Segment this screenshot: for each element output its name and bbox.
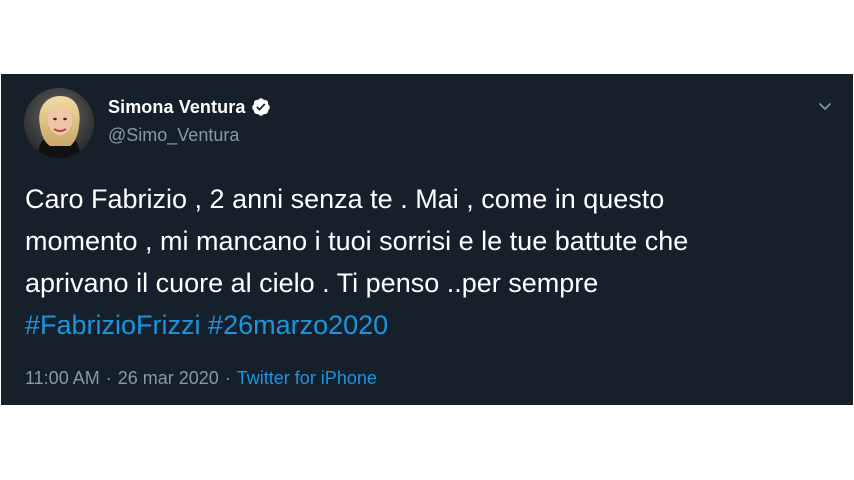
meta-separator: · [105, 368, 112, 388]
tweet-card: Simona Ventura @Simo_Ventura Caro Fabriz… [1, 74, 853, 405]
tweet-metadata: 11:00 AM · 26 mar 2020 · Twitter for iPhone [25, 368, 377, 389]
verified-badge-icon [251, 97, 271, 117]
profile-photo [24, 88, 94, 158]
avatar[interactable] [24, 88, 94, 158]
hashtag-link[interactable]: #FabrizioFrizzi [25, 310, 201, 340]
meta-separator: · [224, 368, 231, 388]
tweet-text: Caro Fabrizio , 2 anni senza te . Mai , … [25, 178, 837, 346]
display-name[interactable]: Simona Ventura [108, 97, 245, 118]
tweet-text-line: momento , mi mancano i tuoi sorrisi e le… [25, 226, 689, 256]
author-name-row[interactable]: Simona Ventura [108, 96, 271, 118]
tweet-timestamp[interactable]: 11:00 AM [25, 368, 100, 388]
tweet-text-line: Caro Fabrizio , 2 anni senza te . Mai , … [25, 184, 665, 214]
tweet-text-line: aprivano il cuore al cielo . Ti penso ..… [25, 268, 599, 298]
page: Simona Ventura @Simo_Ventura Caro Fabriz… [0, 0, 854, 480]
chevron-down-icon [819, 103, 831, 110]
more-options-button[interactable] [813, 94, 837, 118]
hashtag-link[interactable]: #26marzo2020 [208, 310, 388, 340]
hashtag-line: #FabrizioFrizzi #26marzo2020 [25, 304, 837, 346]
tweet-source-link[interactable]: Twitter for iPhone [237, 368, 377, 388]
tweet-date[interactable]: 26 mar 2020 [118, 368, 219, 388]
user-handle[interactable]: @Simo_Ventura [108, 125, 239, 146]
